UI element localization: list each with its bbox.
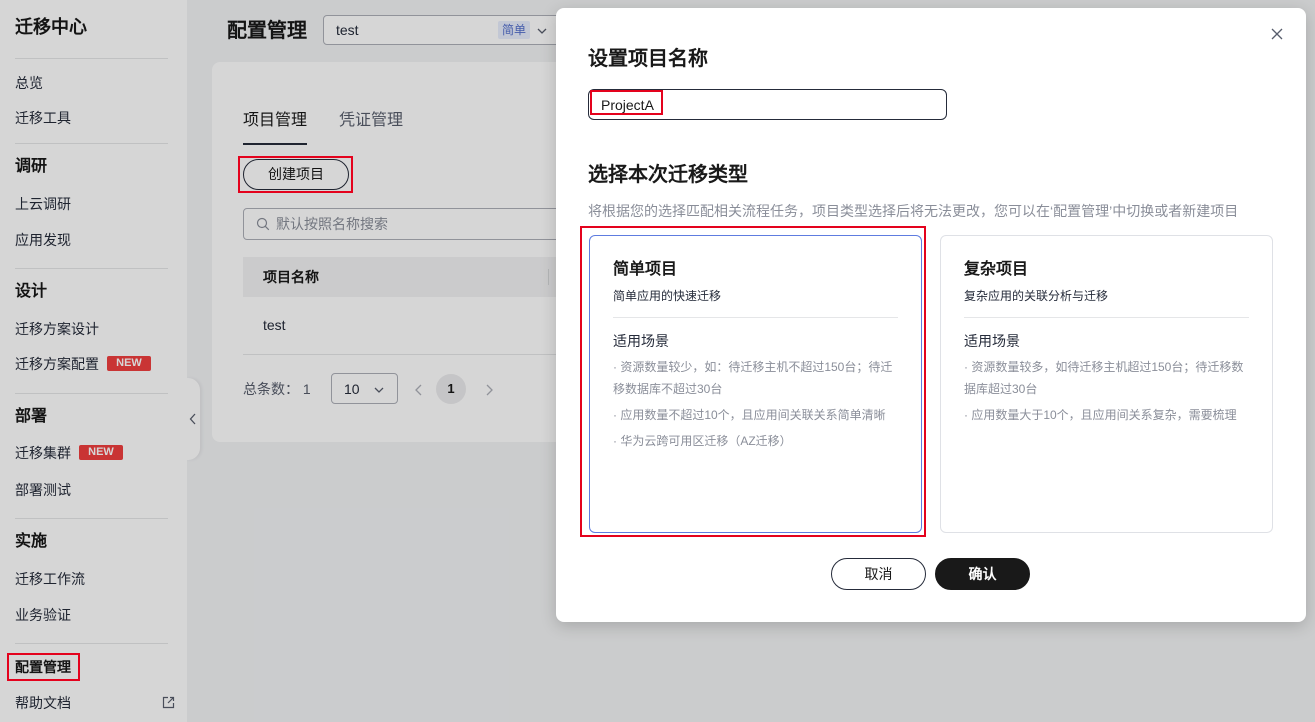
option-title: 复杂项目 (964, 261, 1029, 278)
confirm-button[interactable]: 确认 (935, 558, 1030, 590)
option-bullet-list: · 资源数量较多，如待迁移主机超过150台；待迁移数据库超过30台 · 应用数量… (964, 356, 1251, 430)
dialog-title: 设置项目名称 (588, 48, 708, 70)
close-icon[interactable] (1270, 27, 1284, 41)
migration-type-description: 将根据您的选择匹配相关流程任务，项目类型选择后将无法更改，您可以在‘配置管理’中… (588, 203, 1239, 219)
option-card-complex[interactable]: 复杂项目 复杂应用的关联分析与迁移 适用场景 · 资源数量较多，如待迁移主机超过… (940, 235, 1273, 533)
migration-type-title: 选择本次迁移类型 (588, 164, 748, 186)
highlight-box (238, 156, 353, 193)
option-subtitle: 复杂应用的关联分析与迁移 (964, 289, 1109, 303)
cancel-button[interactable]: 取消 (831, 558, 926, 590)
highlight-box (590, 90, 663, 115)
highlight-box (580, 226, 926, 537)
highlight-box (7, 653, 80, 681)
option-bullet: · 资源数量较多，如待迁移主机超过150台；待迁移数据库超过30台 (964, 360, 1244, 396)
option-bullet: · 应用数量大于10个，且应用间关系复杂，需要梳理 (964, 408, 1237, 422)
option-scenario-label: 适用场景 (964, 333, 1020, 349)
option-divider (964, 317, 1249, 318)
